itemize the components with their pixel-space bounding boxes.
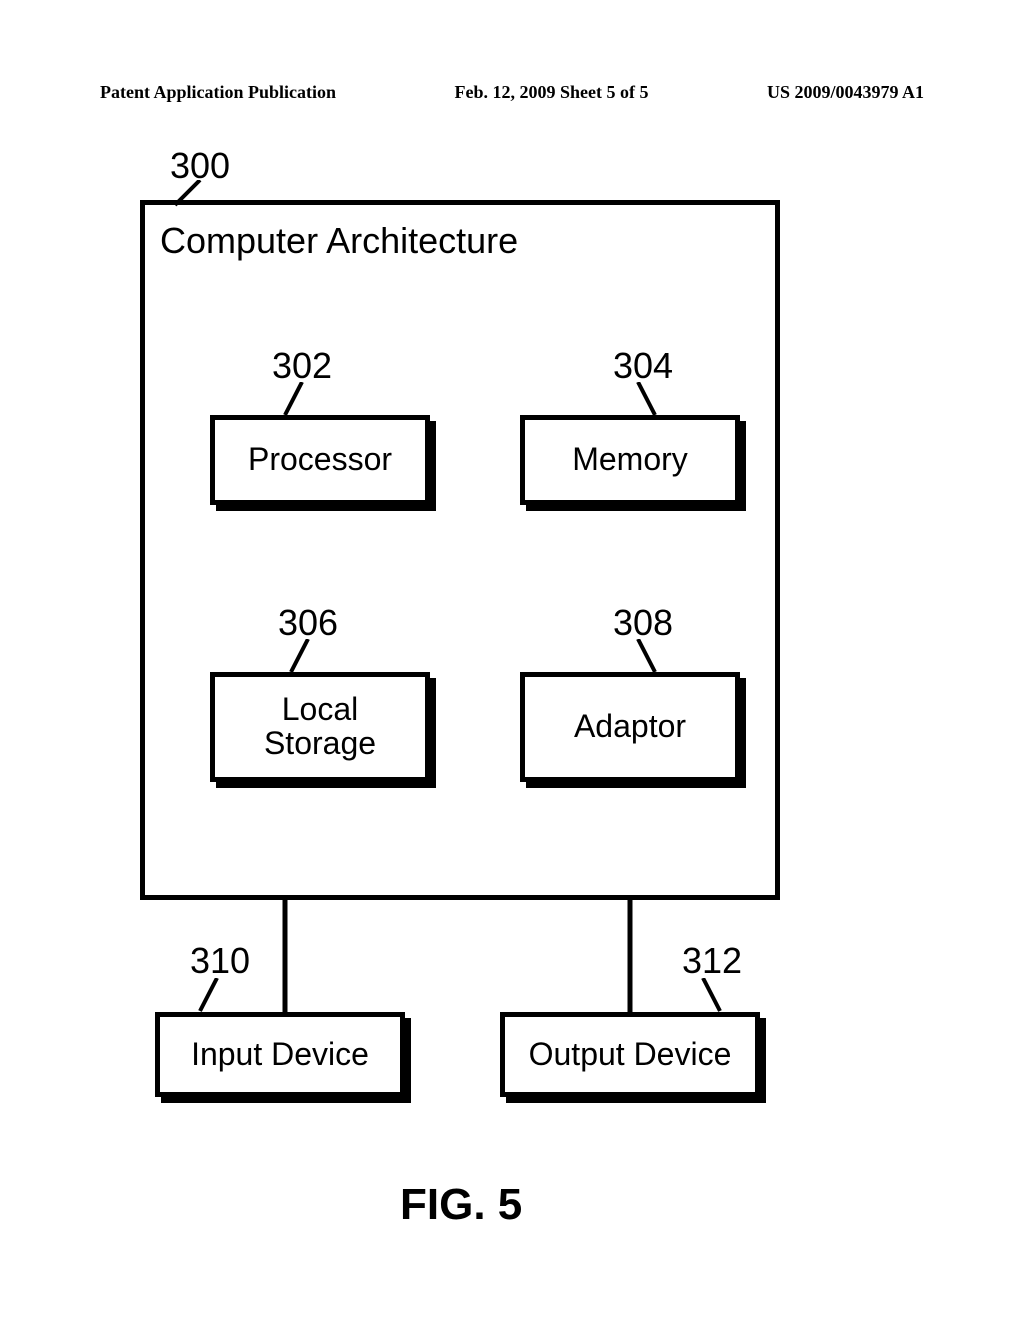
patent-header: Patent Application Publication Feb. 12, … (100, 82, 924, 103)
ref-processor: 302 (272, 345, 332, 387)
adaptor-block: Adaptor (520, 672, 740, 782)
memory-label: Memory (572, 443, 688, 477)
ref-output: 312 (682, 940, 742, 982)
ref-memory: 304 (613, 345, 673, 387)
storage-label: Local Storage (264, 693, 376, 760)
ref-adaptor: 308 (613, 602, 673, 644)
output-device-block: Output Device (500, 1012, 760, 1097)
leader-input (195, 978, 235, 1013)
ref-300: 300 (170, 145, 230, 187)
processor-label: Processor (248, 443, 392, 477)
header-left: Patent Application Publication (100, 82, 336, 103)
figure-caption: FIG. 5 (400, 1180, 522, 1230)
connector-input (280, 900, 290, 1015)
processor-block: Processor (210, 415, 430, 505)
architecture-title: Computer Architecture (160, 220, 518, 262)
adaptor-label: Adaptor (574, 710, 686, 744)
leader-output (695, 978, 735, 1013)
storage-block: Local Storage (210, 672, 430, 782)
output-device-label: Output Device (529, 1038, 732, 1072)
header-right: US 2009/0043979 A1 (767, 82, 924, 103)
header-center: Feb. 12, 2009 Sheet 5 of 5 (455, 82, 649, 103)
input-device-label: Input Device (191, 1038, 369, 1072)
memory-block: Memory (520, 415, 740, 505)
connector-output (625, 900, 635, 1015)
input-device-block: Input Device (155, 1012, 405, 1097)
architecture-box (140, 200, 780, 900)
ref-input: 310 (190, 940, 250, 982)
ref-storage: 306 (278, 602, 338, 644)
